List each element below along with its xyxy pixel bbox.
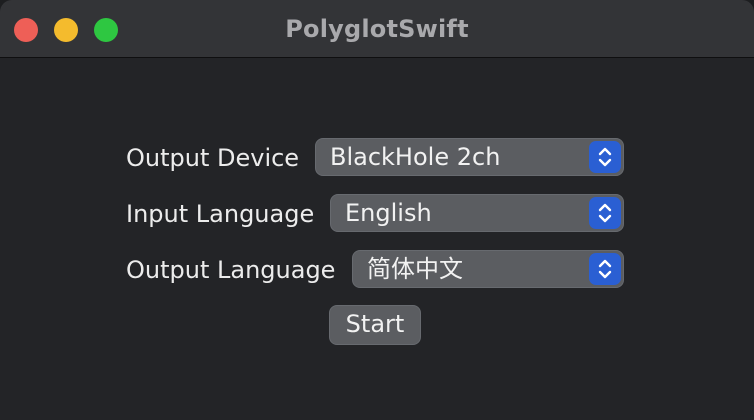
input-language-select[interactable]: English <box>330 194 624 232</box>
chevron-up-down-icon-graphic <box>598 203 612 223</box>
output-device-value: BlackHole 2ch <box>330 143 501 171</box>
output-device-select[interactable]: BlackHole 2ch <box>315 138 624 176</box>
output-device-label: Output Device <box>126 144 300 172</box>
chevron-up-down-icon[interactable] <box>589 141 621 173</box>
title-bar[interactable]: PolyglotSwift <box>0 0 754 58</box>
window-title: PolyglotSwift <box>285 15 469 43</box>
input-language-value: English <box>345 199 432 227</box>
app-window: PolyglotSwift Output Device BlackHole 2c… <box>0 0 754 420</box>
chevron-up-down-icon-graphic <box>598 147 612 167</box>
chevron-up-down-icon[interactable] <box>589 197 621 229</box>
output-language-value: 简体中文 <box>367 255 463 283</box>
output-language-select[interactable]: 简体中文 <box>352 250 624 288</box>
chevron-up-down-icon[interactable] <box>589 253 621 285</box>
start-button[interactable]: Start <box>329 305 421 345</box>
output-language-label: Output Language <box>126 256 336 284</box>
chevron-up-down-icon-graphic <box>598 259 612 279</box>
input-language-label: Input Language <box>126 200 315 228</box>
